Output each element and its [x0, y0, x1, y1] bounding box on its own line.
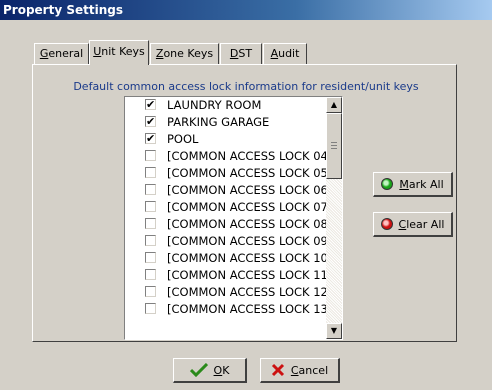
lock-list-item[interactable]: [COMMON ACCESS LOCK 04]: [145, 148, 332, 165]
scroll-down-button[interactable]: ▼: [326, 323, 342, 339]
scroll-up-button[interactable]: ▲: [326, 97, 342, 113]
lock-label: [COMMON ACCESS LOCK 06]: [167, 183, 333, 197]
lock-checkbox[interactable]: [145, 150, 156, 161]
lock-listbox[interactable]: ✔ LAUNDRY ROOM ✔ PARKING GARAGE ✔ POOL [COMMON…: [124, 96, 343, 340]
lock-label: [COMMON ACCESS LOCK 07]: [167, 200, 333, 214]
lock-checkbox[interactable]: ✔: [145, 99, 156, 110]
lock-checkbox[interactable]: [145, 252, 156, 263]
lock-checkbox[interactable]: ✔: [145, 116, 156, 127]
green-circle-icon: [381, 178, 394, 190]
lock-list-item[interactable]: ✔ POOL: [145, 131, 325, 148]
lock-list-item[interactable]: ✔ LAUNDRY ROOM: [145, 97, 325, 114]
lock-label: [COMMON ACCESS LOCK 09]: [167, 234, 333, 248]
lock-list: ✔ LAUNDRY ROOM ✔ PARKING GARAGE ✔ POOL [COMMON…: [145, 97, 332, 318]
lock-checkbox[interactable]: [145, 201, 156, 212]
lock-checkbox[interactable]: [145, 218, 156, 229]
x-icon: [271, 363, 284, 377]
lock-checkbox[interactable]: [145, 269, 156, 280]
clear-all-button[interactable]: Clear All: [373, 212, 453, 237]
description-text: Default common access lock information f…: [73, 80, 419, 93]
lock-list-item[interactable]: [COMMON ACCESS LOCK 07]: [145, 199, 332, 216]
lock-list-item[interactable]: [COMMON ACCESS LOCK 05]: [145, 165, 332, 182]
lock-list-item[interactable]: [COMMON ACCESS LOCK 09]: [145, 233, 332, 250]
check-icon: [189, 363, 208, 377]
tab-zone-keys[interactable]: Zone Keys: [150, 43, 219, 64]
lock-checkbox[interactable]: [145, 184, 156, 195]
ok-button[interactable]: OK: [173, 358, 247, 383]
lock-checkbox[interactable]: [145, 286, 156, 297]
lock-label: [COMMON ACCESS LOCK 04]: [167, 149, 333, 163]
lock-label: LAUNDRY ROOM: [167, 98, 262, 112]
lock-checkbox[interactable]: [145, 303, 156, 314]
cancel-button[interactable]: Cancel: [260, 358, 340, 383]
lock-label: [COMMON ACCESS LOCK 13]: [167, 302, 333, 316]
lock-list-item[interactable]: [COMMON ACCESS LOCK 10]: [145, 250, 332, 267]
lock-list-item[interactable]: ✔ PARKING GARAGE: [145, 114, 325, 131]
lock-label: [COMMON ACCESS LOCK 05]: [167, 166, 333, 180]
mark-all-button[interactable]: Mark All: [373, 172, 453, 197]
tab-dst[interactable]: DST: [220, 43, 262, 64]
lock-label: [COMMON ACCESS LOCK 12]: [167, 285, 333, 299]
lock-list-item[interactable]: [COMMON ACCESS LOCK 11]: [145, 267, 332, 284]
lock-checkbox[interactable]: ✔: [145, 133, 156, 144]
lock-list-item[interactable]: [COMMON ACCESS LOCK 06]: [145, 182, 332, 199]
tab-audit[interactable]: Audit: [263, 43, 307, 64]
red-circle-icon: [380, 218, 393, 230]
window-title: Property Settings: [0, 0, 492, 20]
lock-list-item[interactable]: [COMMON ACCESS LOCK 08]: [145, 216, 332, 233]
lock-label: [COMMON ACCESS LOCK 10]: [167, 251, 333, 265]
lock-label: [COMMON ACCESS LOCK 08]: [167, 217, 333, 231]
lock-checkbox[interactable]: [145, 167, 156, 178]
scroll-thumb[interactable]: [326, 113, 342, 179]
lock-list-item[interactable]: [COMMON ACCESS LOCK 12]: [145, 284, 332, 301]
lock-label: [COMMON ACCESS LOCK 11]: [167, 268, 333, 282]
tab-unit-keys[interactable]: Unit Keys: [89, 40, 149, 65]
tab-general[interactable]: General: [34, 43, 89, 64]
lock-label: POOL: [167, 132, 199, 146]
lock-checkbox[interactable]: [145, 235, 156, 246]
scrollbar[interactable]: ▲ ▼: [326, 97, 342, 339]
lock-list-item[interactable]: [COMMON ACCESS LOCK 13]: [145, 301, 332, 318]
lock-label: PARKING GARAGE: [167, 115, 270, 129]
